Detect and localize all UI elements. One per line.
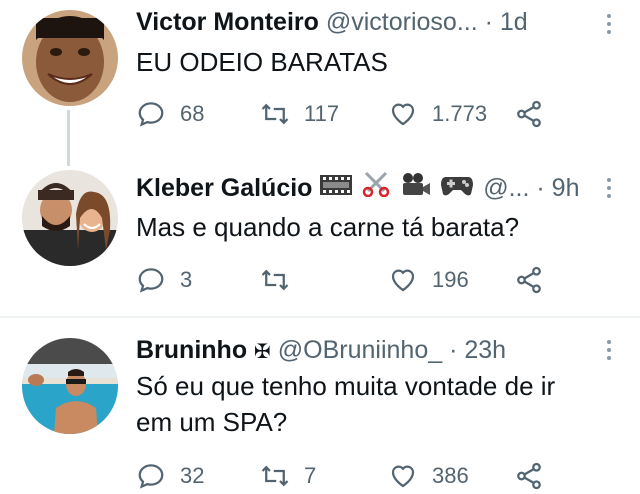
reply-count: 3 bbox=[180, 267, 193, 292]
separator-dot: · bbox=[484, 8, 493, 36]
badge-emblem: ✠ bbox=[254, 341, 271, 363]
user-handle[interactable]: @... bbox=[483, 174, 529, 202]
share-button[interactable] bbox=[514, 96, 558, 132]
tweet-text-line: em um SPA? bbox=[136, 407, 288, 437]
reply-button[interactable]: 3 bbox=[136, 262, 192, 298]
separator-dot: · bbox=[449, 336, 458, 364]
tweet-header: Victor Monteiro @victorioso... · 1d bbox=[136, 4, 616, 40]
retweet-icon bbox=[261, 103, 289, 125]
movie-camera-icon bbox=[399, 171, 431, 206]
share-button[interactable] bbox=[514, 262, 558, 298]
tweet-text: EU ODEIO BARATAS bbox=[136, 47, 388, 77]
like-button[interactable]: 196 bbox=[388, 262, 469, 298]
avatar[interactable] bbox=[22, 10, 118, 106]
display-name[interactable]: Kleber Galúcio bbox=[136, 174, 312, 202]
tweet-bruninho[interactable]: Bruninho ✠ @OBruniinho_ · 23h Só eu que … bbox=[0, 330, 640, 490]
tweet-header: Kleber Galúcio @... · 9h bbox=[136, 170, 616, 206]
tweet-text: Mas e quando a carne tá barata? bbox=[136, 212, 520, 242]
retweet-button[interactable] bbox=[260, 262, 304, 298]
retweet-count: 117 bbox=[304, 101, 340, 126]
reply-button[interactable]: 68 bbox=[136, 96, 204, 132]
reply-icon bbox=[138, 464, 164, 489]
heart-icon bbox=[391, 465, 415, 488]
like-button[interactable]: 1.773 bbox=[388, 96, 487, 132]
avatar[interactable] bbox=[22, 338, 118, 434]
reply-icon bbox=[138, 102, 164, 127]
display-name[interactable]: Victor Monteiro bbox=[136, 8, 319, 36]
user-handle[interactable]: @victorioso... bbox=[326, 8, 478, 36]
retweet-button[interactable]: 7 bbox=[260, 458, 316, 494]
like-button[interactable]: 386 bbox=[388, 458, 469, 494]
tweet-text-line: Só eu que tenho muita vontade de ir bbox=[136, 371, 556, 401]
more-options-icon[interactable] bbox=[606, 340, 612, 364]
reply-count: 68 bbox=[180, 101, 205, 126]
reply-button[interactable]: 32 bbox=[136, 458, 204, 494]
timestamp[interactable]: 23h bbox=[464, 336, 506, 364]
display-name[interactable]: Bruninho bbox=[136, 336, 247, 364]
tweet-text: Só eu que tenho muita vontade de ir em u… bbox=[136, 368, 612, 440]
tweet-actions: 3 196 bbox=[136, 262, 556, 298]
heart-icon bbox=[391, 103, 415, 126]
retweet-count: 7 bbox=[304, 463, 317, 488]
tweet-actions: 32 7 386 bbox=[136, 458, 556, 494]
reply-count: 32 bbox=[180, 463, 205, 488]
share-icon bbox=[517, 266, 541, 294]
retweet-icon bbox=[261, 465, 289, 487]
retweet-button[interactable]: 117 bbox=[260, 96, 339, 132]
heart-icon bbox=[391, 269, 415, 292]
tweet-header: Bruninho ✠ @OBruniinho_ · 23h bbox=[136, 332, 616, 368]
retweet-icon bbox=[261, 269, 289, 291]
game-controller-icon bbox=[440, 171, 474, 206]
like-count: 386 bbox=[432, 463, 469, 488]
tweet-divider bbox=[0, 316, 640, 318]
share-button[interactable] bbox=[514, 458, 558, 494]
scissors-icon bbox=[362, 171, 390, 206]
more-options-icon[interactable] bbox=[606, 178, 612, 202]
more-options-icon[interactable] bbox=[606, 14, 612, 38]
tweet-kleber[interactable]: Kleber Galúcio @... · 9h Mas e quando a … bbox=[0, 166, 640, 306]
tweet-victor[interactable]: Victor Monteiro @victorioso... · 1d EU O… bbox=[0, 0, 640, 150]
timestamp[interactable]: 9h bbox=[552, 174, 580, 202]
like-count: 196 bbox=[432, 267, 469, 292]
like-count: 1.773 bbox=[432, 101, 488, 126]
timestamp[interactable]: 1d bbox=[500, 8, 528, 36]
reply-icon bbox=[138, 268, 164, 293]
separator-dot: · bbox=[536, 174, 545, 202]
tweet-actions: 68 117 1.773 bbox=[136, 96, 556, 132]
user-handle[interactable]: @OBruniinho_ bbox=[278, 336, 442, 364]
film-frames-icon bbox=[319, 171, 353, 206]
avatar[interactable] bbox=[22, 170, 118, 266]
share-icon bbox=[517, 462, 541, 490]
share-icon bbox=[517, 100, 541, 128]
